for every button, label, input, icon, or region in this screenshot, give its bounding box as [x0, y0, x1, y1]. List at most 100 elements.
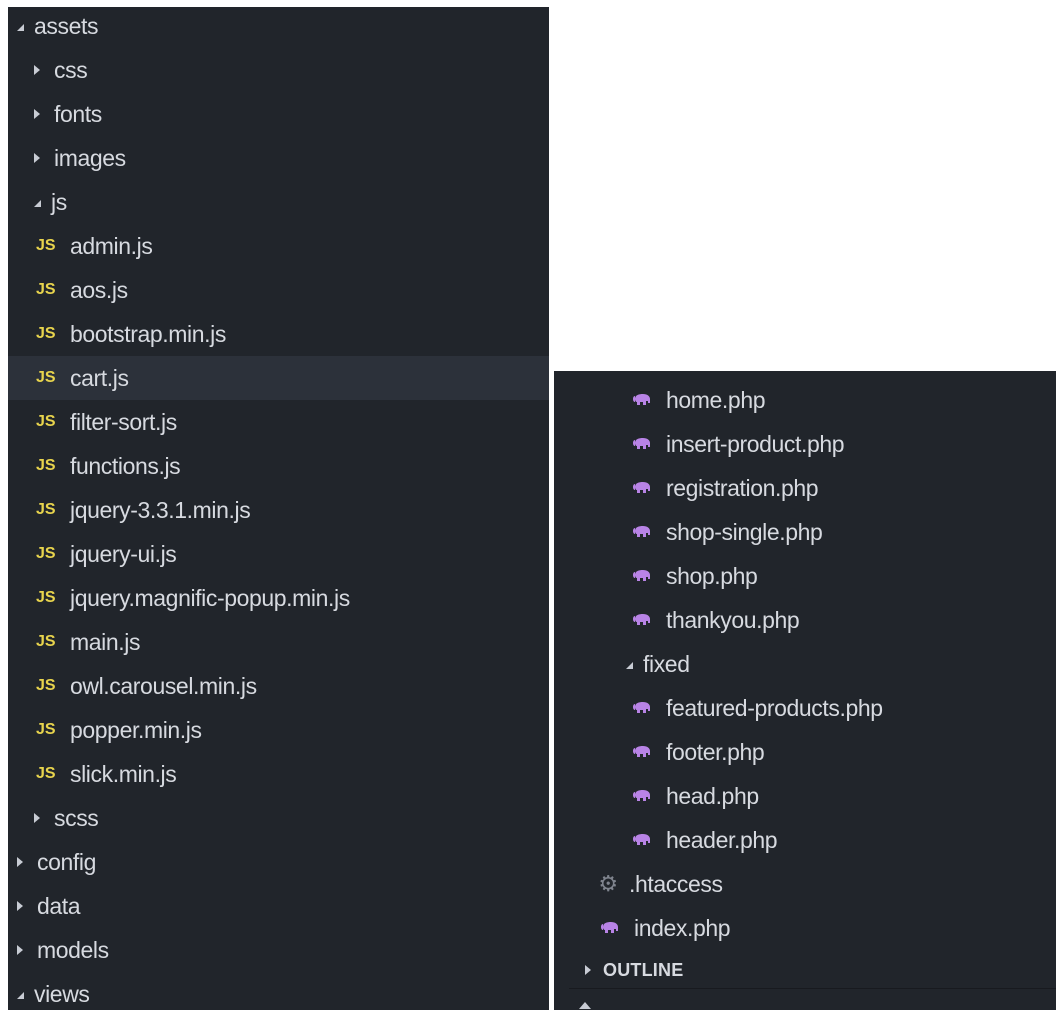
chevron-right-icon [34, 153, 40, 163]
file-footer-php[interactable]: footer.php [569, 730, 1056, 774]
tree-item-label: models [37, 936, 109, 963]
file-home-php[interactable]: home.php [569, 378, 1056, 422]
tree-item-label: owl.carousel.min.js [70, 672, 257, 699]
tree-item-label: data [37, 892, 81, 919]
chevron-right-icon [17, 945, 23, 955]
tree-item-label: bootstrap.min.js [70, 320, 226, 347]
tree-item-label: header.php [666, 826, 778, 853]
tree-item-label: fonts [54, 100, 102, 127]
tree-item-label: assets [34, 12, 99, 39]
folder-fonts[interactable]: fonts [8, 92, 549, 136]
tree-item-label: popper.min.js [70, 716, 202, 743]
chevron-right-icon [17, 901, 23, 911]
folder-views[interactable]: views [8, 972, 549, 1010]
tree-item-label: filter-sort.js [70, 408, 177, 435]
file-jquery-magnific-popup-min-js[interactable]: JS jquery.magnific-popup.min.js [8, 576, 549, 620]
tree-item-label: js [51, 188, 67, 215]
tree-item-label: css [54, 56, 88, 83]
file-aos-js[interactable]: JS aos.js [8, 268, 549, 312]
tree-item-label: thankyou.php [666, 606, 800, 633]
tree-item-label: insert-product.php [666, 430, 845, 457]
js-file-icon: JS [36, 457, 56, 474]
file-thankyou-php[interactable]: thankyou.php [569, 598, 1056, 642]
file-cart-js[interactable]: JS cart.js [8, 356, 549, 400]
chevron-right-icon [585, 965, 591, 975]
file-popper-min-js[interactable]: JS popper.min.js [8, 708, 549, 752]
outline-label: OUTLINE [603, 959, 684, 980]
chevron-down-icon [626, 661, 633, 669]
file-index-php[interactable]: index.php [569, 906, 1056, 950]
chevron-right-icon [34, 813, 40, 823]
file-header-php[interactable]: header.php [569, 818, 1056, 862]
file-head-php[interactable]: head.php [569, 774, 1056, 818]
folder-images[interactable]: images [8, 136, 549, 180]
js-file-icon: JS [36, 413, 56, 430]
php-elephant-icon [633, 526, 650, 537]
folder-assets[interactable]: assets [8, 7, 549, 48]
tree-item-label: registration.php [666, 474, 819, 501]
chevron-down-icon [17, 23, 24, 31]
file-slick-min-js[interactable]: JS slick.min.js [8, 752, 549, 796]
file-shop-single-php[interactable]: shop-single.php [569, 510, 1056, 554]
php-elephant-icon [633, 570, 650, 581]
php-elephant-icon [633, 482, 650, 493]
tree-item-label: admin.js [70, 232, 153, 259]
file-jquery-ui-js[interactable]: JS jquery-ui.js [8, 532, 549, 576]
chevron-right-icon [17, 857, 23, 867]
tree-item-label: views [34, 980, 90, 1007]
explorer-tree-right: home.php insert-product.php registration.p… [554, 371, 1056, 1010]
file-owl-carousel-min-js[interactable]: JS owl.carousel.min.js [8, 664, 549, 708]
file-main-js[interactable]: JS main.js [8, 620, 549, 664]
php-elephant-icon [633, 834, 650, 845]
js-file-icon: JS [36, 325, 56, 342]
file-insert-product-php[interactable]: insert-product.php [569, 422, 1056, 466]
tree-item-label: slick.min.js [70, 760, 177, 787]
file-jquery-3-3-1-min-js[interactable]: JS jquery-3.3.1.min.js [8, 488, 549, 532]
file-functions-js[interactable]: JS functions.js [8, 444, 549, 488]
folder-fixed[interactable]: fixed [569, 642, 1056, 686]
file-bootstrap-min-js[interactable]: JS bootstrap.min.js [8, 312, 549, 356]
tree-item-label: scss [54, 804, 99, 831]
folder-models[interactable]: models [8, 928, 549, 972]
tree-item-label: aos.js [70, 276, 128, 303]
tree-item-label: images [54, 144, 126, 171]
folder-css[interactable]: css [8, 48, 549, 92]
bottom-strip [569, 988, 1056, 1010]
js-file-icon: JS [36, 677, 56, 694]
chevron-right-icon [34, 65, 40, 75]
js-file-icon: JS [36, 765, 56, 782]
tree-item-label: fixed [643, 650, 690, 677]
folder-js[interactable]: js [8, 180, 549, 224]
file-admin-js[interactable]: JS admin.js [8, 224, 549, 268]
tree-item-label: jquery-ui.js [70, 540, 177, 567]
tree-item-label: shop-single.php [666, 518, 823, 545]
chevron-down-icon [17, 991, 24, 999]
tree-item-label: index.php [634, 914, 731, 941]
folder-data[interactable]: data [8, 884, 549, 928]
chevron-down-icon [34, 199, 41, 207]
tree-item-label: shop.php [666, 562, 758, 589]
tree-item-label: main.js [70, 628, 141, 655]
tree-item-label: head.php [666, 782, 759, 809]
php-elephant-icon [633, 702, 650, 713]
php-elephant-icon [633, 394, 650, 405]
explorer-tree-left: assets css fonts images js JS admin.js JS aos.js… [8, 7, 549, 1010]
js-file-icon: JS [36, 281, 56, 298]
js-file-icon: JS [36, 545, 56, 562]
js-file-icon: JS [36, 237, 56, 254]
chevron-right-icon [34, 109, 40, 119]
chevron-up-icon [579, 1002, 591, 1009]
file-featured-products-php[interactable]: featured-products.php [569, 686, 1056, 730]
file-htaccess[interactable]: ⚙ .htaccess [569, 862, 1056, 906]
folder-scss[interactable]: scss [8, 796, 549, 840]
outline-section-header[interactable]: OUTLINE [569, 952, 1056, 988]
php-elephant-icon [633, 790, 650, 801]
file-filter-sort-js[interactable]: JS filter-sort.js [8, 400, 549, 444]
file-registration-php[interactable]: registration.php [569, 466, 1056, 510]
explorer-tree-right-list: home.php insert-product.php registration.p… [569, 371, 1056, 952]
tree-item-label: .htaccess [629, 870, 723, 897]
tree-item-label: functions.js [70, 452, 181, 479]
gear-icon: ⚙ [598, 871, 618, 896]
folder-config[interactable]: config [8, 840, 549, 884]
file-shop-php[interactable]: shop.php [569, 554, 1056, 598]
